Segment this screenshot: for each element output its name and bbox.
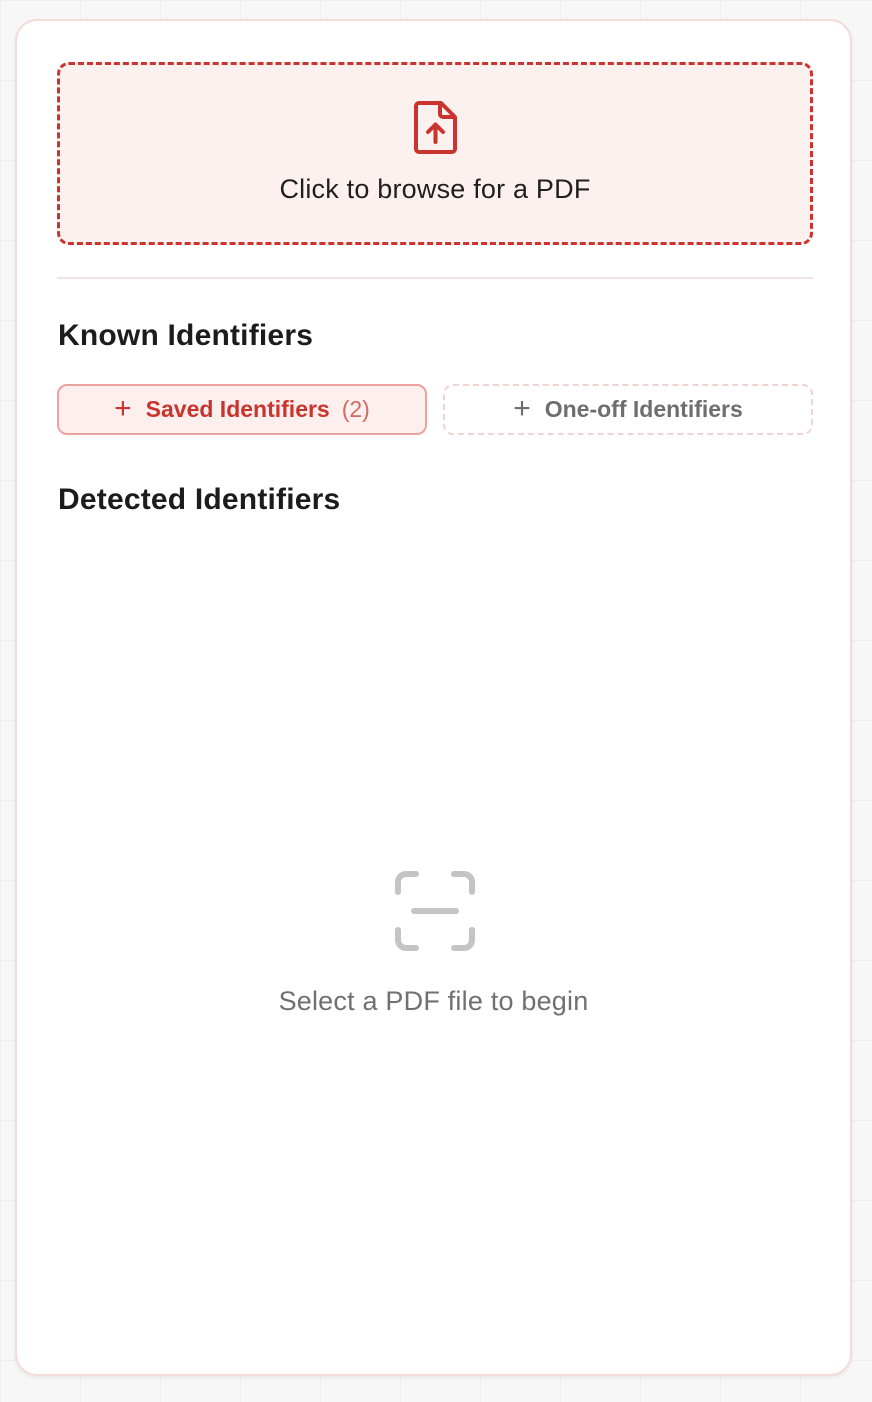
- saved-identifiers-count: (2): [341, 396, 370, 422]
- saved-identifiers-label: Saved Identifiers: [145, 396, 330, 422]
- oneoff-identifiers-label: One-off Identifiers: [544, 396, 743, 422]
- dropzone-label: Click to browse for a PDF: [279, 174, 591, 204]
- oneoff-identifiers-button[interactable]: + One-off Identifiers: [443, 384, 813, 435]
- saved-identifiers-button[interactable]: + Saved Identifiers (2): [57, 384, 427, 435]
- identifier-panel: Click to browse for a PDF Known Identifi…: [15, 19, 852, 1376]
- section-divider: [57, 277, 813, 279]
- detected-identifiers-title: Detected Identifiers: [58, 483, 341, 516]
- known-identifiers-title: Known Identifiers: [58, 319, 314, 352]
- plus-icon: +: [513, 391, 531, 425]
- plus-icon: +: [114, 391, 132, 425]
- empty-state-message: Select a PDF file to begin: [278, 986, 589, 1016]
- scan-icon: [395, 871, 475, 951]
- file-upload-icon: [414, 101, 457, 154]
- pdf-dropzone[interactable]: Click to browse for a PDF: [57, 62, 813, 245]
